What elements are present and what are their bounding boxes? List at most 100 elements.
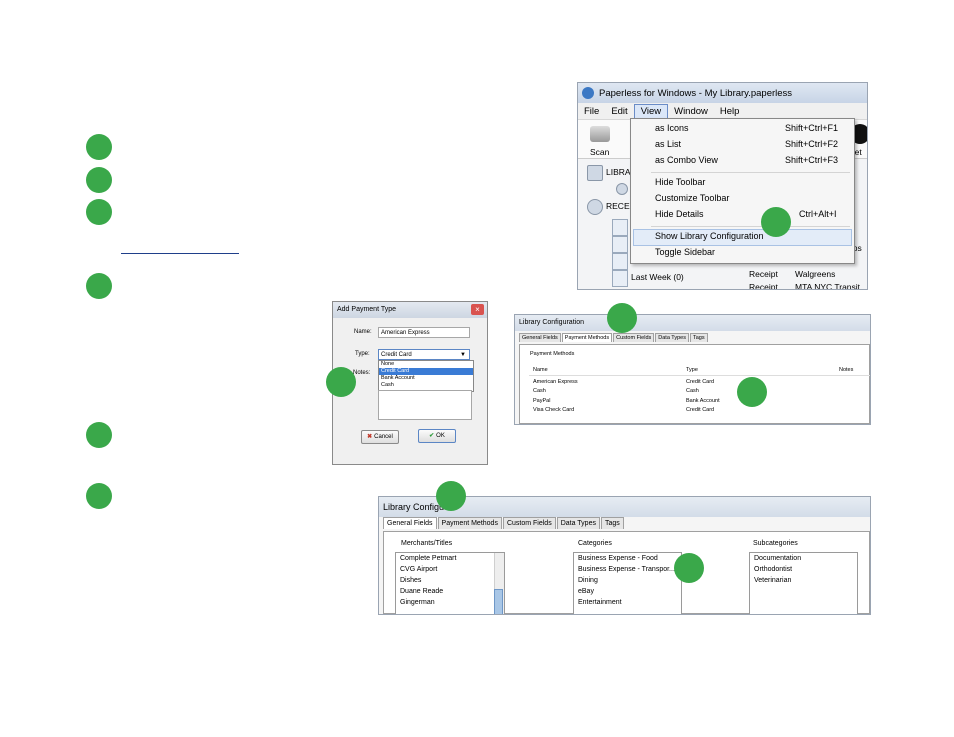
cancel-x-icon: ✖: [367, 434, 373, 440]
tab-custom-fields[interactable]: Custom Fields: [613, 333, 655, 342]
menu-item-show-library-configuration[interactable]: Show Library Configuration: [655, 231, 764, 241]
calendar-icon: [612, 219, 628, 236]
table-row-name[interactable]: Cash: [533, 388, 546, 394]
menu-item-toggle-sidebar[interactable]: Toggle Sidebar: [655, 247, 715, 257]
tab-tags[interactable]: Tags: [690, 333, 708, 342]
list-item[interactable]: Complete Petmart: [396, 553, 504, 564]
record-merchant: MTA NYC Transit: [795, 282, 861, 290]
list-item[interactable]: eBay: [574, 586, 681, 597]
table-row-name[interactable]: American Express: [533, 379, 578, 385]
window-titlebar: Paperless for Windows - My Library.paper…: [578, 83, 867, 103]
tab-general-fields[interactable]: General Fields: [519, 333, 561, 342]
list-item[interactable]: Entertainment: [574, 597, 681, 608]
list-item[interactable]: Veterinarian: [750, 575, 857, 586]
library-config-general-window: Library Configu General Fields Payment M…: [378, 496, 871, 615]
column-header-name[interactable]: Name: [533, 367, 548, 373]
list-item[interactable]: Business Expense - Food: [574, 553, 681, 564]
menu-item-hide-details[interactable]: Hide Details: [655, 209, 704, 219]
table-row-type: Bank Account: [686, 398, 720, 404]
menu-item-as-list[interactable]: as List: [655, 139, 681, 149]
list-item[interactable]: Business Expense - Transpor...: [574, 564, 681, 575]
shortcut-as-list: Shift+Ctrl+F2: [785, 139, 839, 149]
step-marker-dialog: [326, 367, 356, 397]
column-header-notes[interactable]: Notes: [839, 367, 853, 373]
merchants-list[interactable]: Complete Petmart CVG Airport Dishes Duan…: [395, 552, 505, 614]
menu-item-customize-toolbar[interactable]: Customize Toolbar: [655, 193, 729, 203]
menu-item-hide-toolbar[interactable]: Hide Toolbar: [655, 177, 705, 187]
close-icon[interactable]: ×: [471, 304, 484, 315]
step-marker-general-title: [436, 481, 466, 511]
menu-item-as-icons[interactable]: as Icons: [655, 123, 689, 133]
tab-general-fields[interactable]: General Fields: [383, 517, 437, 529]
scrollbar-thumb[interactable]: [494, 589, 503, 614]
option-cash[interactable]: Cash: [379, 382, 473, 389]
subcategories-label: Subcategories: [753, 540, 798, 547]
option-credit-card[interactable]: Credit Card: [379, 368, 473, 375]
dialog-title: Add Payment Type: [333, 302, 487, 318]
ok-label: OK: [436, 433, 445, 439]
type-label: Type:: [355, 351, 370, 357]
step-marker-menu: [761, 207, 791, 237]
shortcut-combo-view: Shift+Ctrl+F3: [785, 155, 839, 165]
sidebar-item-last-week[interactable]: Last Week (0): [631, 272, 684, 282]
tab-data-types[interactable]: Data Types: [556, 517, 600, 529]
menu-window[interactable]: Window: [668, 105, 714, 118]
table-row-name[interactable]: Visa Check Card: [533, 407, 574, 413]
menu-edit[interactable]: Edit: [605, 105, 633, 118]
cancel-button[interactable]: ✖ Cancel: [361, 430, 399, 444]
step-marker-1: [86, 134, 112, 160]
step-marker-6: [86, 483, 112, 509]
option-none[interactable]: None: [379, 361, 473, 368]
calendar-icon: [612, 253, 628, 270]
notes-field[interactable]: [378, 390, 472, 420]
window-title: Library Configuration: [515, 315, 870, 331]
notes-label: Notes:: [353, 370, 371, 376]
menu-file[interactable]: File: [578, 105, 605, 118]
ok-button[interactable]: ✔ OK: [418, 429, 456, 443]
step-marker-categories: [674, 553, 704, 583]
merchants-label: Merchants/Titles: [401, 540, 453, 547]
shortcut-hide-details: Ctrl+Alt+I: [799, 209, 837, 219]
scan-button-label[interactable]: Scan: [590, 147, 609, 157]
tab-custom-fields[interactable]: Custom Fields: [502, 517, 556, 529]
subcategories-list[interactable]: Documentation Orthodontist Veterinarian: [749, 552, 858, 614]
name-label: Name:: [354, 329, 372, 335]
name-field[interactable]: American Express: [378, 327, 470, 338]
list-item[interactable]: CVG Airport: [396, 564, 504, 575]
shortcut-as-icons: Shift+Ctrl+F1: [785, 123, 839, 133]
table-row-name[interactable]: PayPal: [533, 398, 550, 404]
list-item[interactable]: Duane Reade: [396, 586, 504, 597]
type-options-list: None Credit Card Bank Account Cash: [378, 360, 474, 392]
list-item[interactable]: Dining: [574, 575, 681, 586]
table-row-type: Credit Card: [686, 379, 715, 385]
tab-bar: General Fields Payment Methods Custom Fi…: [519, 333, 709, 342]
tab-payment-methods[interactable]: Payment Methods: [437, 517, 502, 529]
library-icon: [587, 165, 603, 181]
user-icon: [616, 183, 628, 195]
scanner-icon[interactable]: [590, 126, 610, 142]
tab-tags[interactable]: Tags: [600, 517, 624, 529]
tab-data-types[interactable]: Data Types: [655, 333, 689, 342]
menu-help[interactable]: Help: [714, 105, 746, 118]
list-item[interactable]: Dishes: [396, 575, 504, 586]
tab-payment-methods[interactable]: Payment Methods: [561, 333, 613, 342]
menu-view[interactable]: View: [633, 103, 669, 119]
checkmark-icon: ✔: [429, 433, 435, 439]
step-marker-4: [86, 273, 112, 299]
categories-list[interactable]: Business Expense - Food Business Expense…: [573, 552, 682, 614]
list-item[interactable]: Orthodontist: [750, 564, 857, 575]
step-marker-5: [86, 422, 112, 448]
list-item[interactable]: Documentation: [750, 553, 857, 564]
menu-separator: [651, 226, 850, 227]
header-divider: [529, 375, 870, 376]
column-header-type[interactable]: Type: [686, 367, 698, 373]
step-marker-config-title: [607, 303, 637, 333]
option-bank-account[interactable]: Bank Account: [379, 375, 473, 382]
cancel-label: Cancel: [374, 434, 393, 440]
list-item[interactable]: Gingerman: [396, 597, 504, 608]
calendar-icon: [612, 236, 628, 253]
type-select[interactable]: Credit Card ▼: [378, 349, 470, 360]
link-underline: [121, 253, 239, 254]
menu-item-combo-view[interactable]: as Combo View: [655, 155, 718, 165]
window-title: Paperless for Windows - My Library.paper…: [599, 87, 793, 99]
